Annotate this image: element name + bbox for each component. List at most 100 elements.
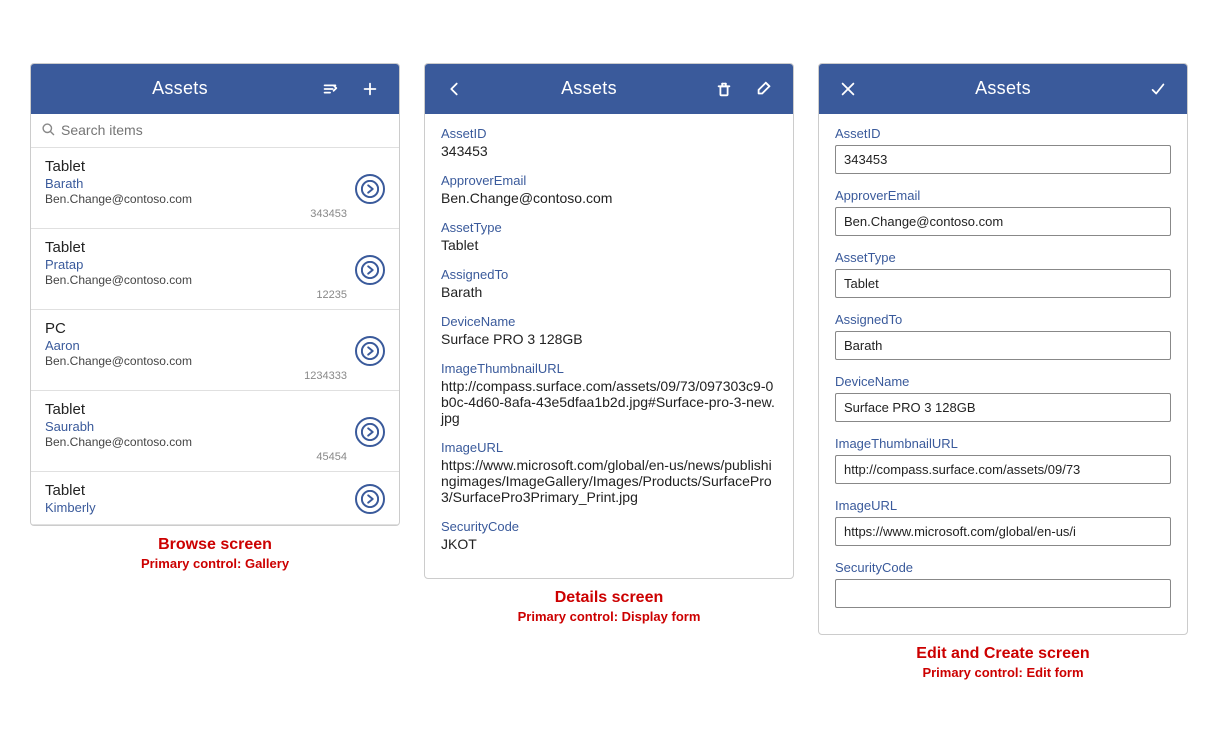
list-item-name: Barath (45, 176, 347, 191)
list-item-arrow[interactable] (355, 484, 385, 514)
edit-input-assignedto[interactable] (835, 331, 1171, 360)
detail-value: Barath (441, 284, 777, 300)
edit-header-icons (1143, 78, 1173, 100)
edit-field: ApproverEmail (835, 188, 1171, 236)
details-label-main: Details screen (518, 589, 701, 607)
sort-svg (321, 80, 339, 98)
edit-field: ImageThumbnailURL (835, 436, 1171, 484)
list-item-id: 12235 (45, 289, 347, 301)
list-item-name: Kimberly (45, 500, 347, 515)
edit-field: ImageURL (835, 498, 1171, 546)
detail-field: ApproverEmail Ben.Change@contoso.com (441, 173, 777, 206)
list-item-id: 1234333 (45, 370, 347, 382)
list-item[interactable]: Tablet Barath Ben.Change@contoso.com 343… (31, 148, 399, 229)
list-item-type: Tablet (45, 239, 347, 256)
list-item-type: Tablet (45, 401, 347, 418)
edit-label: AssetType (835, 250, 1171, 265)
search-input[interactable] (61, 122, 389, 138)
edit-label: AssetID (835, 126, 1171, 141)
delete-icon[interactable] (709, 78, 739, 100)
detail-value: https://www.microsoft.com/global/en-us/n… (441, 457, 777, 505)
sort-icon[interactable] (315, 78, 345, 100)
detail-value: JKOT (441, 536, 777, 552)
edit-input-approveremail[interactable] (835, 207, 1171, 236)
list-item-name: Pratap (45, 257, 347, 272)
list-item[interactable]: Tablet Kimberly (31, 472, 399, 525)
back-icon[interactable] (439, 78, 469, 100)
list-item-email: Ben.Change@contoso.com (45, 435, 347, 449)
list-item-id: 343453 (45, 208, 347, 220)
details-header: Assets (425, 64, 793, 114)
edit-screen: Assets AssetID ApproverEmail AssetType (818, 63, 1188, 635)
detail-field: ImageURL https://www.microsoft.com/globa… (441, 440, 777, 505)
list-item-id: 45454 (45, 451, 347, 463)
list-item-name: Saurabh (45, 419, 347, 434)
edit-label-sub: Primary control: Edit form (916, 665, 1089, 680)
edit-input-assettype[interactable] (835, 269, 1171, 298)
edit-field: DeviceName (835, 374, 1171, 422)
detail-value: Surface PRO 3 128GB (441, 331, 777, 347)
list-item-left: Tablet Kimberly (45, 482, 347, 516)
browse-label-sub: Primary control: Gallery (141, 556, 289, 571)
detail-field: ImageThumbnailURL http://compass.surface… (441, 361, 777, 426)
detail-field: AssignedTo Barath (441, 267, 777, 300)
list-item[interactable]: PC Aaron Ben.Change@contoso.com 1234333 (31, 310, 399, 391)
detail-label: SecurityCode (441, 519, 777, 534)
edit-label-main: Edit and Create screen (916, 645, 1089, 663)
browse-screen-wrapper: Assets (30, 63, 400, 571)
edit-field: AssignedTo (835, 312, 1171, 360)
list-item[interactable]: Tablet Pratap Ben.Change@contoso.com 122… (31, 229, 399, 310)
list-item-type: Tablet (45, 158, 347, 175)
detail-label: ApproverEmail (441, 173, 777, 188)
save-icon[interactable] (1143, 78, 1173, 100)
browse-header-icons (315, 78, 385, 100)
details-body: AssetID 343453 ApproverEmail Ben.Change@… (425, 114, 793, 578)
edit-body: AssetID ApproverEmail AssetType Assigned… (819, 114, 1187, 634)
list-item-arrow[interactable] (355, 174, 385, 204)
detail-value: Tablet (441, 237, 777, 253)
browse-title: Assets (45, 78, 315, 99)
list-item-left: PC Aaron Ben.Change@contoso.com 1234333 (45, 320, 347, 382)
list-item-left: Tablet Barath Ben.Change@contoso.com 343… (45, 158, 347, 220)
detail-field: AssetType Tablet (441, 220, 777, 253)
edit-input-assetid[interactable] (835, 145, 1171, 174)
cancel-icon[interactable] (833, 78, 863, 100)
edit-field: AssetType (835, 250, 1171, 298)
browse-screen: Assets (30, 63, 400, 526)
edit-input-imageurl[interactable] (835, 517, 1171, 546)
detail-label: DeviceName (441, 314, 777, 329)
browse-list: Tablet Barath Ben.Change@contoso.com 343… (31, 148, 399, 525)
edit-input-devicename[interactable] (835, 393, 1171, 422)
detail-field: DeviceName Surface PRO 3 128GB (441, 314, 777, 347)
list-item-left: Tablet Saurabh Ben.Change@contoso.com 45… (45, 401, 347, 463)
save-svg (1149, 80, 1167, 98)
edit-input-imagethumbnailurl[interactable] (835, 455, 1171, 484)
browse-header: Assets (31, 64, 399, 114)
edit-label: ApproverEmail (835, 188, 1171, 203)
edit-input-securitycode[interactable] (835, 579, 1171, 608)
details-title: Assets (469, 78, 709, 99)
detail-label: ImageURL (441, 440, 777, 455)
list-item[interactable]: Tablet Saurabh Ben.Change@contoso.com 45… (31, 391, 399, 472)
list-item-arrow[interactable] (355, 255, 385, 285)
list-item-name: Aaron (45, 338, 347, 353)
edit-header: Assets (819, 64, 1187, 114)
edit-label: ImageURL (835, 498, 1171, 513)
list-item-email: Ben.Change@contoso.com (45, 273, 347, 287)
edit-label: ImageThumbnailURL (835, 436, 1171, 451)
list-item-arrow[interactable] (355, 417, 385, 447)
detail-label: AssignedTo (441, 267, 777, 282)
details-screen-wrapper: Assets (424, 63, 794, 624)
detail-label: AssetID (441, 126, 777, 141)
browse-labels: Browse screen Primary control: Gallery (141, 536, 289, 571)
add-icon[interactable] (355, 78, 385, 100)
edit-icon[interactable] (749, 78, 779, 100)
back-svg (445, 80, 463, 98)
list-item-left: Tablet Pratap Ben.Change@contoso.com 122… (45, 239, 347, 301)
details-header-icons (709, 78, 779, 100)
detail-field: AssetID 343453 (441, 126, 777, 159)
edit-labels: Edit and Create screen Primary control: … (916, 645, 1089, 680)
browse-label-main: Browse screen (141, 536, 289, 554)
list-item-email: Ben.Change@contoso.com (45, 354, 347, 368)
list-item-arrow[interactable] (355, 336, 385, 366)
